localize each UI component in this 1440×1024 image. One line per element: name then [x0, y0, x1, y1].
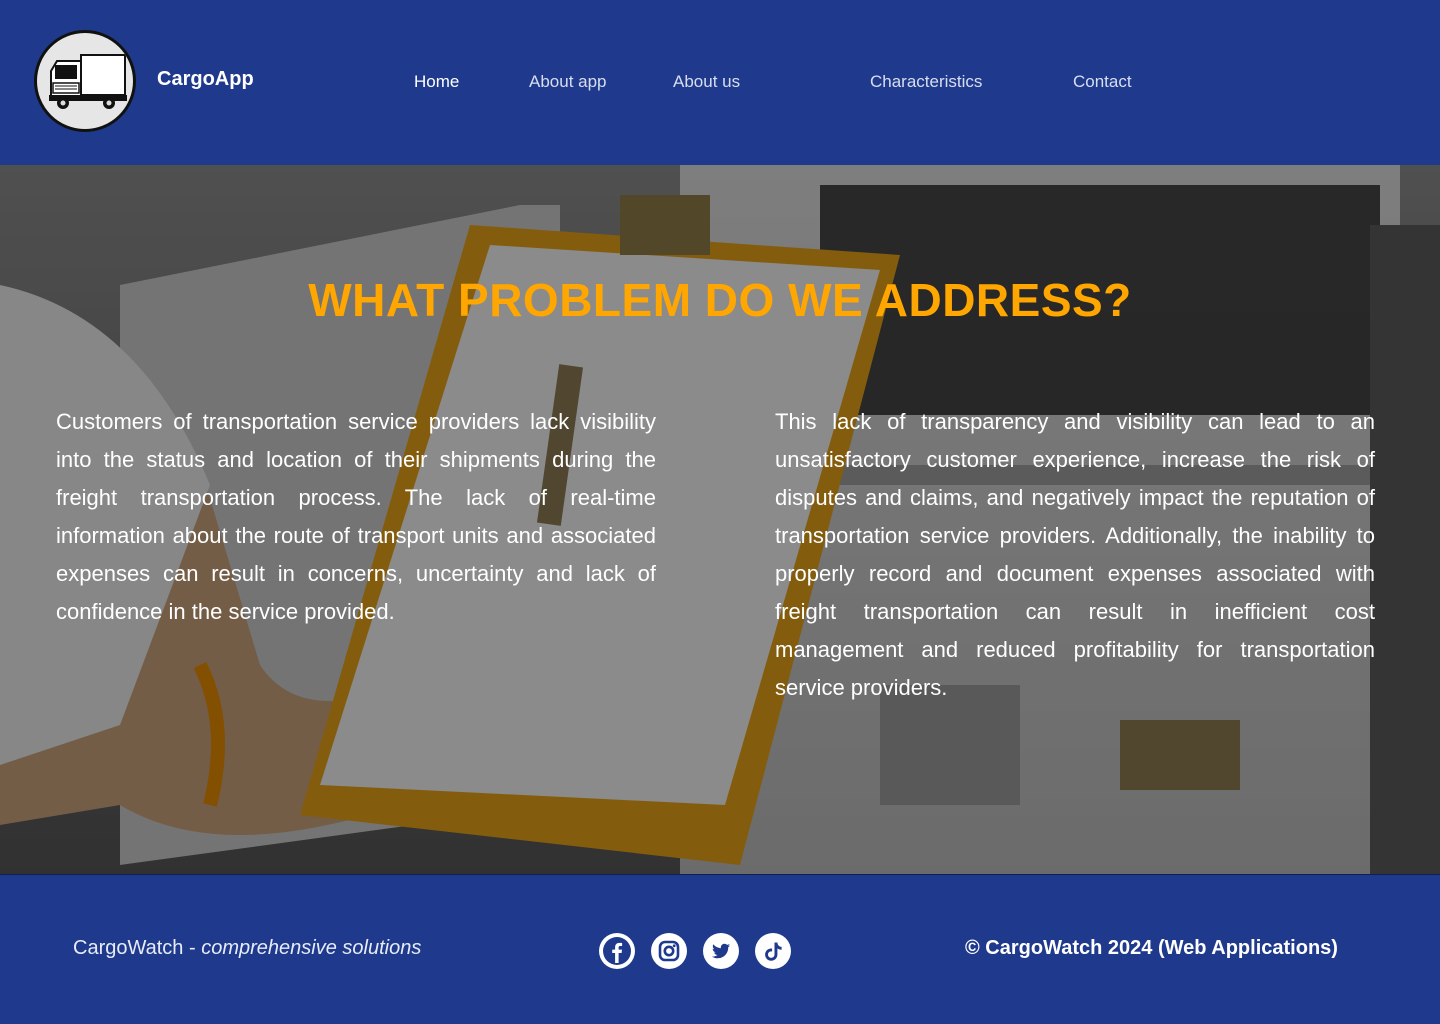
nav-characteristics[interactable]: Characteristics — [870, 72, 982, 92]
footer-brand-separator: - — [183, 937, 202, 959]
hero-section: WHAT PROBLEM DO WE ADDRESS? Customers of… — [0, 165, 1440, 874]
instagram-link[interactable] — [651, 933, 687, 969]
instagram-icon — [658, 940, 680, 962]
site-header: CargoApp Home About app About us Charact… — [0, 0, 1440, 165]
twitter-link[interactable] — [703, 933, 739, 969]
problem-description-left: Customers of transportation service prov… — [56, 409, 656, 624]
hero-title: WHAT PROBLEM DO WE ADDRESS? — [308, 274, 1132, 326]
site-footer: CargoWatch - comprehensive solutions © C… — [0, 874, 1440, 1024]
facebook-icon — [603, 937, 631, 965]
truck-icon — [49, 54, 127, 109]
footer-brand-name: CargoWatch — [73, 937, 184, 959]
nav-about-us[interactable]: About us — [673, 72, 740, 92]
nav-contact[interactable]: Contact — [1073, 72, 1132, 92]
problem-description-right: This lack of transparency and visibility… — [775, 409, 1375, 700]
facebook-link[interactable] — [599, 933, 635, 969]
copyright-text: © CargoWatch 2024 (Web Applications) — [965, 937, 1338, 959]
nav-home[interactable]: Home — [414, 72, 459, 92]
footer-tagline: comprehensive solutions — [201, 937, 422, 959]
tiktok-link[interactable] — [755, 933, 791, 969]
footer-brand: CargoWatch - comprehensive solutions — [73, 937, 421, 960]
tiktok-icon — [765, 942, 782, 961]
twitter-icon — [712, 943, 730, 959]
nav-about-app[interactable]: About app — [529, 72, 607, 92]
logo[interactable] — [34, 30, 136, 132]
brand-name[interactable]: CargoApp — [157, 68, 254, 91]
